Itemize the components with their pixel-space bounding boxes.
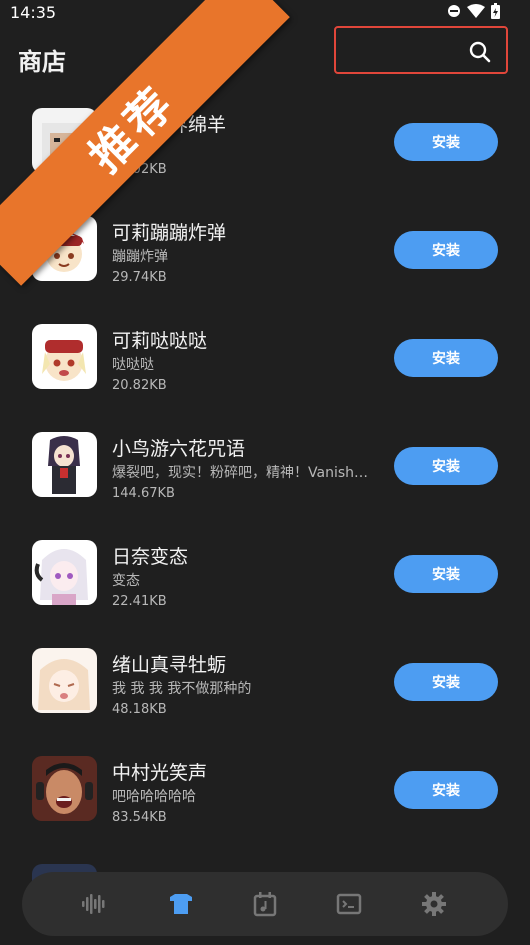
blonde-girl-icon xyxy=(32,648,97,713)
klee-icon xyxy=(32,324,97,389)
settings-icon[interactable] xyxy=(420,890,448,918)
app-description: 我 我 我 我不做那种的 xyxy=(112,681,252,697)
app-size: 83.54KB xyxy=(112,810,167,825)
install-button[interactable]: 安装 xyxy=(394,555,498,593)
app-description: 变态 xyxy=(112,573,140,589)
list-item[interactable]: 可莉哒哒哒 哒哒哒 20.82KB 安装 xyxy=(0,304,530,412)
list-item[interactable]: 中村光笑声 吧哈哈哈哈哈 83.54KB 安装 xyxy=(0,736,530,844)
terminal-icon[interactable] xyxy=(335,890,363,918)
calendar-music-icon[interactable] xyxy=(251,890,279,918)
app-size: 20.82KB xyxy=(112,378,167,393)
install-button[interactable]: 安装 xyxy=(394,339,498,377)
app-name: 中村光笑声 xyxy=(112,762,208,784)
audio-icon[interactable] xyxy=(80,890,108,918)
app-size: 48.18KB xyxy=(112,702,167,717)
install-button[interactable]: 安装 xyxy=(394,771,498,809)
install-button[interactable]: 安装 xyxy=(394,123,498,161)
dnd-icon xyxy=(448,5,460,17)
search-button[interactable] xyxy=(334,26,508,74)
install-button[interactable]: 安装 xyxy=(394,447,498,485)
list-item[interactable]: 小鸟游六花咒语 爆裂吧，现实！粉碎吧，精神！Vanishment This Wo… xyxy=(0,412,530,520)
anime-girl-icon xyxy=(32,432,97,497)
app-name: 小鸟游六花咒语 xyxy=(112,438,246,460)
page-title: 商店 xyxy=(18,48,66,76)
list-item[interactable]: 绪山真寻牡蛎 我 我 我 我不做那种的 48.18KB 安装 xyxy=(0,628,530,736)
search-icon xyxy=(469,41,491,63)
app-name: 日奈变态 xyxy=(112,546,189,568)
status-time: 14:35 xyxy=(10,3,57,22)
list-item[interactable]: 日奈变态 变态 22.41KB 安装 xyxy=(0,520,530,628)
store-icon[interactable] xyxy=(167,890,195,918)
app-size: 144.67KB xyxy=(112,486,175,501)
install-button[interactable]: 安装 xyxy=(394,663,498,701)
app-description: 蹦蹦炸弹 xyxy=(112,249,168,265)
app-description: 爆裂吧，现实！粉碎吧，精神！Vanishment This World xyxy=(112,465,374,481)
app-name: 绪山真寻牡蛎 xyxy=(112,654,227,676)
battery-icon xyxy=(491,3,500,19)
laughing-man-icon xyxy=(32,756,97,821)
bottom-nav xyxy=(22,872,508,936)
wifi-icon xyxy=(467,4,485,18)
white-hair-girl-icon xyxy=(32,540,97,605)
install-button[interactable]: 安装 xyxy=(394,231,498,269)
app-size: 29.74KB xyxy=(112,270,167,285)
app-size: 22.41KB xyxy=(112,594,167,609)
app-description: 吧哈哈哈哈哈 xyxy=(112,789,196,805)
app-name: 可莉哒哒哒 xyxy=(112,330,208,352)
status-icons xyxy=(447,3,500,19)
app-description: 哒哒哒 xyxy=(112,357,154,373)
app-name: 可莉蹦蹦炸弹 xyxy=(112,222,227,244)
